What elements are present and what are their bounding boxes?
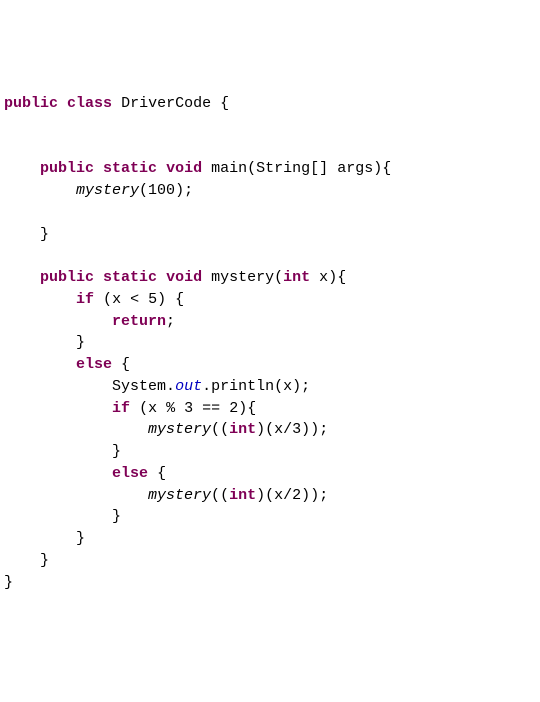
class-system: System [112, 378, 166, 395]
brace-close: } [40, 552, 49, 569]
brace-close: } [112, 443, 121, 460]
brace-close: } [76, 530, 85, 547]
paren-open: ( [220, 421, 229, 438]
param-x: x [319, 269, 328, 286]
semicolon: ; [319, 487, 328, 504]
field-out: out [175, 378, 202, 395]
paren-close: ) [157, 291, 166, 308]
type-string: String [256, 160, 310, 177]
brace-open: { [247, 400, 256, 417]
method-println: println [211, 378, 274, 395]
var-x: x [274, 421, 283, 438]
paren-open: ( [265, 487, 274, 504]
brace-open: { [121, 356, 130, 373]
paren-open: ( [139, 400, 148, 417]
var-x: x [112, 291, 121, 308]
op-div: / [283, 421, 292, 438]
paren-close: ) [310, 487, 319, 504]
paren-close: ) [301, 421, 310, 438]
semicolon: ; [319, 421, 328, 438]
paren-open: ( [139, 182, 148, 199]
paren-close: ) [175, 182, 184, 199]
keyword-void: void [166, 160, 202, 177]
paren-close: ) [301, 487, 310, 504]
param-args: args [337, 160, 373, 177]
brace-open: { [220, 95, 229, 112]
keyword-int: int [283, 269, 310, 286]
paren-open: ( [274, 378, 283, 395]
brace-close: } [40, 226, 49, 243]
number-3: 3 [184, 400, 193, 417]
keyword-public: public [40, 269, 94, 286]
keyword-int: int [229, 421, 256, 438]
dot: . [202, 378, 211, 395]
method-mystery: mystery [211, 269, 274, 286]
code-block: public class DriverCode { public static … [4, 93, 536, 593]
keyword-public: public [4, 95, 58, 112]
paren-open: ( [220, 487, 229, 504]
brackets: [] [310, 160, 328, 177]
keyword-return: return [112, 313, 166, 330]
keyword-void: void [166, 269, 202, 286]
brace-close: } [76, 334, 85, 351]
paren-open: ( [247, 160, 256, 177]
number-2: 2 [292, 487, 301, 504]
brace-open: { [337, 269, 346, 286]
paren-close: ) [292, 378, 301, 395]
keyword-static: static [103, 160, 157, 177]
op-eq: == [202, 400, 220, 417]
semicolon: ; [184, 182, 193, 199]
keyword-else: else [112, 465, 148, 482]
paren-close: ) [238, 400, 247, 417]
paren-open: ( [265, 421, 274, 438]
number-100: 100 [148, 182, 175, 199]
dot: . [166, 378, 175, 395]
paren-open: ( [103, 291, 112, 308]
number-2: 2 [229, 400, 238, 417]
class-name: DriverCode [121, 95, 211, 112]
paren-open: ( [211, 487, 220, 504]
op-div: / [283, 487, 292, 504]
brace-close: } [112, 508, 121, 525]
var-x: x [148, 400, 157, 417]
paren-close: ) [256, 421, 265, 438]
paren-open: ( [274, 269, 283, 286]
brace-open: { [382, 160, 391, 177]
number-5: 5 [148, 291, 157, 308]
brace-close: } [4, 574, 13, 591]
call-mystery: mystery [148, 421, 211, 438]
paren-open: ( [211, 421, 220, 438]
keyword-if: if [76, 291, 94, 308]
paren-close: ) [328, 269, 337, 286]
keyword-static: static [103, 269, 157, 286]
var-x: x [274, 487, 283, 504]
paren-close: ) [373, 160, 382, 177]
semicolon: ; [301, 378, 310, 395]
method-main: main [211, 160, 247, 177]
call-mystery: mystery [148, 487, 211, 504]
op-mod: % [166, 400, 175, 417]
paren-close: ) [256, 487, 265, 504]
number-3: 3 [292, 421, 301, 438]
call-mystery: mystery [76, 182, 139, 199]
brace-open: { [157, 465, 166, 482]
keyword-else: else [76, 356, 112, 373]
keyword-int: int [229, 487, 256, 504]
op-lt: < [130, 291, 139, 308]
keyword-if: if [112, 400, 130, 417]
paren-close: ) [310, 421, 319, 438]
keyword-class: class [67, 95, 112, 112]
var-x: x [283, 378, 292, 395]
keyword-public: public [40, 160, 94, 177]
brace-open: { [175, 291, 184, 308]
semicolon: ; [166, 313, 175, 330]
